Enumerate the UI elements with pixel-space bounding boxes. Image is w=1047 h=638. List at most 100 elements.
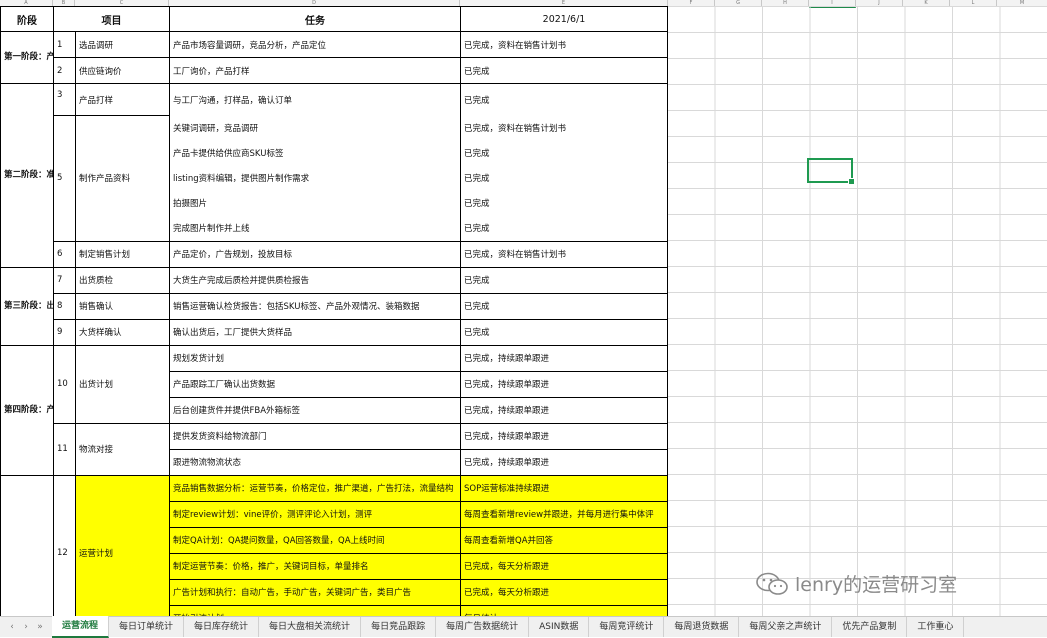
last-sheet-icon[interactable]: » [34, 622, 46, 632]
stage-cell[interactable]: 第四阶段：产品发货 [0, 344, 54, 476]
tab-daily-orders[interactable]: 每日订单统计 [109, 617, 185, 637]
status-cell[interactable]: 已完成，持续跟单跟进 [460, 370, 668, 398]
project-cell[interactable]: 销售确认 [75, 292, 170, 320]
num-cell[interactable]: 5 [53, 115, 76, 242]
task-cell[interactable]: 提供发货资料给物流部门 [169, 422, 461, 450]
num-cell[interactable]: 2 [53, 57, 76, 84]
tab-weekly-reviews[interactable]: 每周竞评统计 [589, 617, 665, 637]
header-date[interactable]: 2021/6/1 [460, 6, 668, 32]
status-cell[interactable]: 已完成 [460, 318, 668, 346]
table-row: 6 制定销售计划 产品定价，广告规划，投放目标 已完成，资料在销售计划书 [1, 240, 668, 268]
prev-sheet-icon[interactable]: › [20, 622, 32, 632]
task-cell[interactable]: 开始引流计划 [169, 604, 461, 616]
num-cell[interactable]: 7 [53, 266, 76, 294]
status-cell[interactable]: 每日统计 [460, 604, 668, 616]
status-cell[interactable]: 每周查看新增QA并回答 [460, 526, 668, 554]
status-cell[interactable]: 已完成 [460, 215, 668, 242]
status-cell[interactable]: SOP运营标准持续跟进 [460, 474, 668, 502]
num-cell[interactable]: 10 [53, 344, 76, 424]
table-row: 8 销售确认 销售运营确认检货报告：包括SKU标签、产品外观情况、装箱数据 已完… [1, 292, 668, 320]
status-cell[interactable]: 已完成 [460, 266, 668, 294]
project-cell[interactable]: 出货计划 [75, 344, 170, 424]
status-cell[interactable]: 已完成，每天分析跟进 [460, 578, 668, 606]
num-cell[interactable]: 11 [53, 422, 76, 476]
task-cell[interactable]: listing资料编辑，提供图片制作需求 [169, 165, 461, 191]
status-cell[interactable]: 已完成，资料在销售计划书 [460, 31, 668, 58]
task-cell[interactable]: 拍摄图片 [169, 190, 461, 216]
status-cell[interactable]: 已完成 [460, 57, 668, 84]
task-cell[interactable]: 跟进物流物流状态 [169, 448, 461, 476]
header-task[interactable]: 任务 [169, 6, 461, 32]
status-cell[interactable]: 已完成，持续跟单跟进 [460, 422, 668, 450]
task-cell[interactable]: 制定运营节奏：价格，推广，关键词目标，单量排名 [169, 552, 461, 580]
tab-weekly-voice[interactable]: 每周父亲之声统计 [739, 617, 833, 637]
tab-weekly-ads[interactable]: 每周广告数据统计 [436, 617, 530, 637]
status-cell[interactable]: 已完成 [460, 292, 668, 320]
stage-cell[interactable]: 第三阶段：出货前准备 [0, 266, 54, 346]
project-cell[interactable]: 选品调研 [75, 31, 170, 58]
status-cell[interactable]: 已完成，每天分析跟进 [460, 552, 668, 580]
status-cell[interactable]: 已完成，持续跟单跟进 [460, 448, 668, 476]
task-cell[interactable]: 广告计划和执行：自动广告，手动广告，关键词广告，类目广告 [169, 578, 461, 606]
table-row: 5 制作产品资料 关键词调研，竞品调研 已完成，资料在销售计划书 [1, 115, 668, 242]
task-cell[interactable]: 制定review计划：vine评价，测评评论入计划，测评 [169, 500, 461, 528]
status-cell[interactable]: 已完成 [460, 83, 668, 116]
status-cell[interactable]: 已完成，资料在销售计划书 [460, 115, 668, 141]
project-cell[interactable]: 运营计划 [75, 474, 170, 616]
project-cell[interactable]: 制定销售计划 [75, 240, 170, 268]
task-cell[interactable]: 销售运营确认检货报告：包括SKU标签、产品外观情况、装箱数据 [169, 292, 461, 320]
task-cell[interactable]: 产品卡提供给供应商SKU标签 [169, 140, 461, 166]
status-cell[interactable]: 已完成，持续跟单跟进 [460, 344, 668, 372]
first-sheet-icon[interactable]: ‹ [6, 622, 18, 632]
num-cell[interactable]: 6 [53, 240, 76, 268]
task-cell[interactable]: 产品定价，广告规划，投放目标 [169, 240, 461, 268]
header-stage[interactable]: 阶段 [0, 6, 54, 32]
num-cell[interactable]: 9 [53, 318, 76, 346]
task-cell[interactable]: 确认出货后，工厂提供大货样品 [169, 318, 461, 346]
stage-cell[interactable]: 第二阶段：准备产品资料 [0, 83, 54, 268]
task-cell[interactable]: 与工厂沟通，打样品，确认订单 [169, 83, 461, 116]
task-cell[interactable]: 后台创建货件并提供FBA外箱标签 [169, 396, 461, 424]
table-row: 第四阶段：产品发货 10 出货计划 规划发货计划 已完成，持续跟单跟进 [0, 344, 668, 476]
task-cell[interactable]: 制定QA计划：QA提问数量，QA回答数量，QA上线时间 [169, 526, 461, 554]
tab-asin-data[interactable]: ASIN数据 [529, 617, 590, 637]
project-cell[interactable]: 供应链询价 [75, 57, 170, 84]
task-cell[interactable]: 完成图片制作并上线 [169, 215, 461, 242]
table-row: 第三阶段：出货前准备 7 出货质检 大货生产完成后质检并提供质检报告 已完成 [0, 266, 668, 346]
tab-product-copy[interactable]: 优先产品复制 [832, 617, 908, 637]
status-cell[interactable]: 已完成，持续跟单跟进 [460, 396, 668, 424]
status-cell[interactable]: 已完成，资料在销售计划书 [460, 240, 668, 268]
task-cell[interactable]: 关键词调研，竞品调研 [169, 115, 461, 141]
header-project[interactable]: 项目 [53, 6, 170, 32]
project-cell[interactable]: 大货样确认 [75, 318, 170, 346]
project-cell[interactable]: 出货质检 [75, 266, 170, 294]
task-cell[interactable]: 规划发货计划 [169, 344, 461, 372]
task-cell[interactable]: 竞品销售数据分析：运营节奏，价格定位，推广渠道，广告打法，流量结构 [169, 474, 461, 502]
spreadsheet-area: A B C D E F G H I J K L M 阶段 项目 任务 2021/… [0, 0, 1047, 616]
task-cell[interactable]: 产品跟踪工厂确认出货数据 [169, 370, 461, 398]
status-cell[interactable]: 已完成 [460, 190, 668, 216]
stage-cell[interactable]: 第一阶段：产品立项 [0, 31, 54, 84]
num-cell[interactable]: 1 [53, 31, 76, 58]
project-cell[interactable]: 产品打样 [75, 83, 170, 116]
task-cell[interactable]: 工厂询价，产品打样 [169, 57, 461, 84]
task-cell[interactable]: 大货生产完成后质检并提供质检报告 [169, 266, 461, 294]
project-cell[interactable]: 制作产品资料 [75, 115, 170, 242]
tab-daily-keywords[interactable]: 每日大盘相关流统计 [259, 617, 362, 637]
tab-work-focus[interactable]: 工作重心 [907, 617, 965, 637]
status-cell[interactable]: 每周查看新增review并跟进，并每月进行集中体评 [460, 500, 668, 528]
tab-daily-inventory[interactable]: 每日库存统计 [184, 617, 260, 637]
task-cell[interactable]: 产品市场容量调研，竞品分析，产品定位 [169, 31, 461, 58]
tab-daily-competitors[interactable]: 每日竞品跟踪 [361, 617, 437, 637]
stage-cell[interactable] [0, 474, 54, 616]
num-cell[interactable]: 12 [53, 474, 76, 616]
num-cell[interactable]: 8 [53, 292, 76, 320]
num-cell[interactable]: 3 [53, 83, 76, 116]
tab-weekly-returns[interactable]: 每周退货数据 [664, 617, 740, 637]
tab-operations-flow[interactable]: 运营流程 [52, 616, 110, 638]
selected-cell[interactable] [807, 158, 855, 185]
project-cell[interactable]: 物流对接 [75, 422, 170, 476]
status-cell[interactable]: 已完成 [460, 165, 668, 191]
empty-grid[interactable] [667, 6, 1047, 616]
status-cell[interactable]: 已完成 [460, 140, 668, 166]
